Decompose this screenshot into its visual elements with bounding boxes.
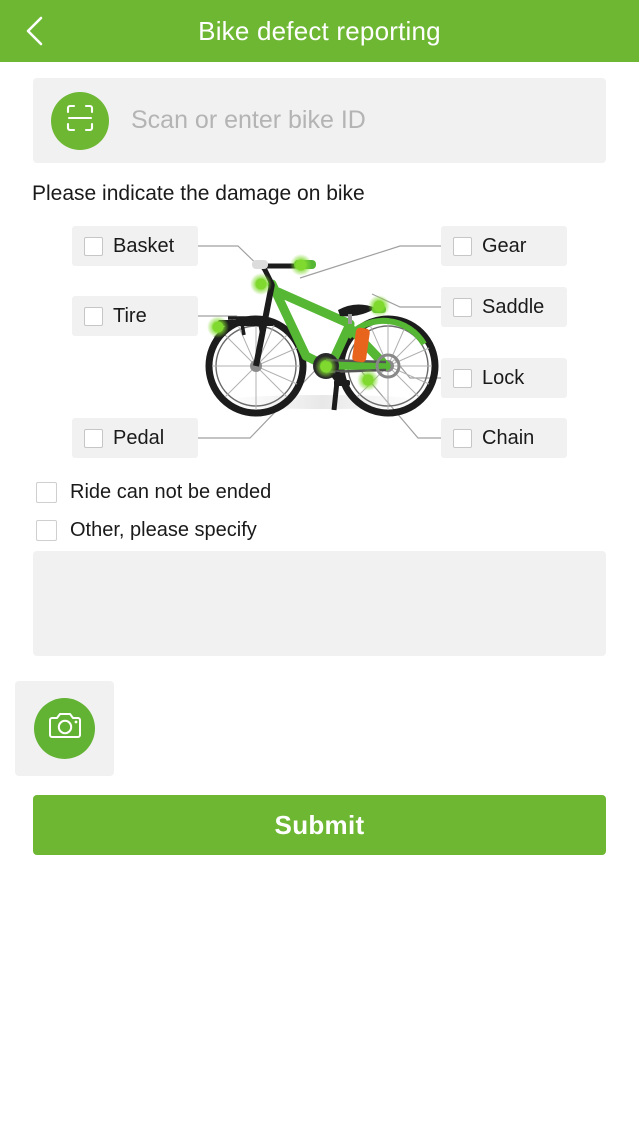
- option-other-please-specify[interactable]: Other, please specify: [36, 519, 257, 542]
- part-checkbox-saddle[interactable]: Saddle: [441, 287, 567, 327]
- scan-frame-icon: [65, 103, 95, 138]
- submit-button[interactable]: Submit: [33, 795, 606, 855]
- checkbox-box[interactable]: [453, 236, 472, 256]
- other-details-textarea[interactable]: [33, 551, 606, 656]
- option-ride-can-not-be-ended[interactable]: Ride can not be ended: [36, 481, 271, 504]
- scan-bar[interactable]: Scan or enter bike ID: [33, 78, 606, 163]
- camera-icon: [48, 712, 82, 745]
- part-label: Saddle: [482, 295, 545, 318]
- part-checkbox-basket[interactable]: Basket: [72, 226, 198, 266]
- camera-icon-circle: [34, 698, 95, 759]
- checkbox-box[interactable]: [84, 306, 103, 326]
- checkbox-box[interactable]: [36, 520, 57, 541]
- option-label: Other, please specify: [70, 519, 257, 541]
- checkbox-box[interactable]: [84, 428, 103, 448]
- option-label: Ride can not be ended: [70, 481, 272, 503]
- part-checkbox-lock[interactable]: Lock: [441, 358, 567, 398]
- part-label: Tire: [113, 304, 147, 327]
- back-button[interactable]: [8, 0, 60, 62]
- bike-illustration: [198, 232, 448, 447]
- part-checkbox-pedal[interactable]: Pedal: [72, 418, 198, 458]
- part-label: Gear: [482, 234, 527, 257]
- checkbox-box[interactable]: [84, 236, 103, 256]
- part-label: Pedal: [113, 426, 165, 449]
- checkbox-box[interactable]: [36, 482, 57, 503]
- part-label: Lock: [482, 366, 525, 389]
- checkbox-box[interactable]: [453, 297, 472, 317]
- app-header: Bike defect reporting: [0, 0, 639, 62]
- scan-button[interactable]: [51, 91, 109, 150]
- bike-id-input[interactable]: Scan or enter bike ID: [131, 106, 366, 135]
- chevron-left-icon: [22, 14, 46, 48]
- part-checkbox-tire[interactable]: Tire: [72, 296, 198, 336]
- checkbox-box[interactable]: [453, 428, 472, 448]
- instruction-text: Please indicate the damage on bike: [32, 182, 365, 205]
- add-photo-button[interactable]: [15, 681, 114, 776]
- part-checkbox-gear[interactable]: Gear: [441, 226, 567, 266]
- part-checkbox-chain[interactable]: Chain: [441, 418, 567, 458]
- page-title: Bike defect reporting: [198, 15, 441, 46]
- part-label: Chain: [482, 426, 535, 449]
- bike-damage-diagram: Basket Tire Pedal Gear Saddle Lock Chain: [0, 220, 639, 470]
- checkbox-box[interactable]: [453, 368, 472, 388]
- part-label: Basket: [113, 234, 175, 257]
